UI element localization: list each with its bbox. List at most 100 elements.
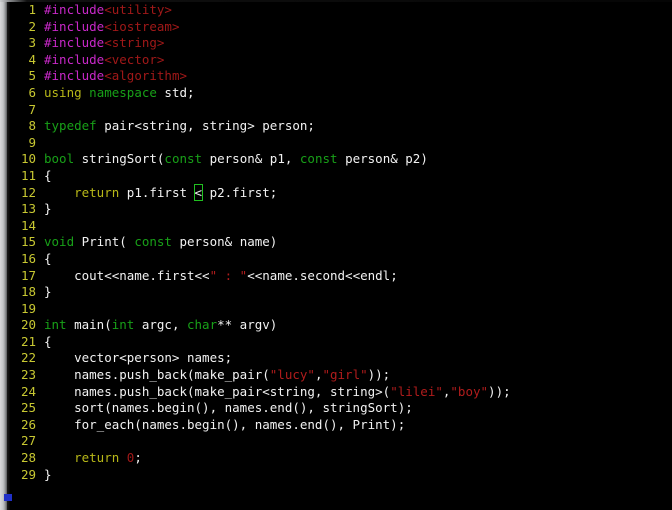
code-line-text[interactable]: } [44, 201, 52, 216]
code-line[interactable]: 12 return p1.first < p2.first; [10, 183, 672, 202]
code-line[interactable]: 18} [10, 284, 672, 301]
code-line[interactable]: 10 bool stringSort(const person& p1, cons… [10, 151, 672, 168]
code-line[interactable]: 7 [10, 102, 672, 119]
code-line[interactable]: 24 names.push_back(make_pair<string, str… [10, 384, 672, 401]
code-line-text[interactable]: { [44, 168, 52, 183]
code-line[interactable]: 14 [10, 218, 672, 235]
code-line-text[interactable]: for_each(names.begin(), names.end(), Pri… [44, 417, 405, 432]
code-line[interactable]: 5 #include<algorithm> [10, 68, 672, 85]
code-line[interactable]: 13} [10, 201, 672, 218]
code-line-text[interactable]: { [44, 251, 52, 266]
code-line[interactable]: 20 int main(int argc, char** argv) [10, 317, 672, 334]
code-token-plain: person& name) [171, 234, 278, 250]
code-token-plain: } [44, 466, 52, 482]
code-token-plain: argc, [134, 317, 187, 333]
code-token-str: "boy" [450, 383, 489, 399]
code-line[interactable]: 9 [10, 135, 672, 152]
code-line-text[interactable]: void Print( const person& name) [44, 234, 277, 249]
code-token-plain: ; [134, 450, 142, 466]
code-line[interactable]: 29} [10, 467, 672, 484]
line-number: 6 [28, 84, 36, 100]
line-number: 5 [28, 68, 36, 84]
code-line-text[interactable]: { [44, 334, 52, 349]
line-number: 8 [28, 118, 36, 134]
code-token-str: "lilei" [390, 383, 443, 399]
line-number: 9 [28, 134, 36, 150]
code-line-text[interactable]: cout<<name.first<<" : "<<name.second<<en… [44, 268, 398, 283]
line-number: 23 [20, 367, 36, 383]
line-number: 11 [20, 167, 36, 183]
line-number: 4 [28, 51, 36, 67]
code-token-kw: namespace [89, 84, 157, 100]
code-line[interactable]: 3 #include<string> [10, 35, 672, 52]
code-token-plain: { [44, 250, 52, 266]
code-line[interactable]: 15 void Print( const person& name) [10, 234, 672, 251]
line-number: 13 [20, 201, 36, 217]
code-token-plain: p1.first [119, 184, 195, 200]
code-line-text[interactable]: } [44, 284, 52, 299]
code-line-text[interactable]: return p1.first < p2.first; [44, 183, 277, 201]
code-token-str: "girl" [322, 367, 368, 383]
code-line-text[interactable]: #include<algorithm> [44, 68, 187, 83]
code-line-text[interactable]: int main(int argc, char** argv) [44, 317, 277, 332]
code-token-plain: )); [488, 383, 511, 399]
code-line[interactable]: 23 names.push_back(make_pair("lucy","gir… [10, 367, 672, 384]
code-token-ctrl: return [74, 184, 120, 200]
code-token-header: <vector> [104, 51, 165, 67]
code-line[interactable]: 8 typedef pair<string, string> person; [10, 118, 672, 135]
code-token-pre: #include [44, 68, 105, 84]
code-token-plain: { [44, 167, 52, 183]
code-line[interactable]: 6 using namespace std; [10, 85, 672, 102]
code-token-plain: person& p1, [202, 151, 300, 167]
code-line[interactable]: 19 [10, 301, 672, 318]
line-number: 20 [20, 317, 36, 333]
code-line-text[interactable]: #include<iostream> [44, 19, 179, 34]
code-line-text[interactable]: return 0; [44, 450, 142, 465]
line-number: 3 [28, 35, 36, 51]
code-token-pre: #include [44, 18, 105, 34]
code-line-text[interactable]: #include<string> [44, 35, 164, 50]
code-line-text[interactable]: typedef pair<string, string> person; [44, 118, 315, 133]
code-token-plain: )); [367, 367, 391, 383]
code-line[interactable]: 27 [10, 433, 672, 450]
code-line[interactable]: 11 { [10, 168, 672, 185]
code-token-plain: } [44, 201, 52, 217]
code-line-text[interactable]: #include<vector> [44, 52, 164, 67]
code-token-kw: void [44, 234, 75, 250]
code-line[interactable]: 2 #include<iostream> [10, 19, 672, 36]
code-token-plain: person& p2) [337, 151, 428, 167]
line-number: 14 [20, 217, 36, 233]
code-token-kw: typedef [44, 118, 97, 134]
code-token-kw: int [44, 317, 67, 333]
code-line[interactable]: 21 { [10, 334, 672, 351]
code-token-str: "lucy" [269, 367, 315, 383]
code-line-text[interactable]: bool stringSort(const person& p1, const … [44, 151, 428, 166]
code-line-text[interactable]: vector<person> names; [44, 350, 232, 365]
code-line[interactable]: 26 for_each(names.begin(), names.end(), … [10, 417, 672, 434]
code-line[interactable]: 1 #include<utility> [10, 2, 672, 19]
code-token-plain: { [44, 333, 52, 349]
code-line[interactable]: 28 return 0; [10, 450, 672, 467]
code-token-kw: int [111, 317, 135, 333]
code-line[interactable]: 17 cout<<name.first<<" : "<<name.second<… [10, 268, 672, 285]
code-token-plain: } [44, 284, 52, 300]
code-token-plain: pair<string, string> person; [96, 118, 315, 134]
code-token-header: <string> [104, 35, 165, 51]
code-line-text[interactable]: sort(names.begin(), names.end(), stringS… [44, 400, 413, 415]
code-line-text[interactable]: #include<utility> [44, 2, 172, 17]
code-token-plain: Print( [74, 234, 135, 250]
code-line[interactable]: 4 #include<vector> [10, 52, 672, 69]
code-line[interactable]: 22 vector<person> names; [10, 350, 672, 367]
code-line[interactable]: 25 sort(names.begin(), names.end(), stri… [10, 400, 672, 417]
code-line-text[interactable]: names.push_back(make_pair<string, string… [44, 384, 511, 399]
code-lines-container[interactable]: 1 #include<utility> 2 #include<iostream> 3 #i… [10, 2, 672, 483]
code-line-text[interactable]: names.push_back(make_pair("lucy","girl")… [44, 367, 390, 382]
code-line[interactable]: 16 { [10, 251, 672, 268]
code-line-text[interactable]: } [44, 467, 52, 482]
line-number: 10 [20, 151, 36, 167]
window-left-bevel [0, 0, 7, 510]
code-editor-surface[interactable]: 1 #include<utility> 2 #include<iostream> 3 #i… [10, 2, 672, 510]
code-line-text[interactable]: using namespace std; [44, 85, 195, 100]
